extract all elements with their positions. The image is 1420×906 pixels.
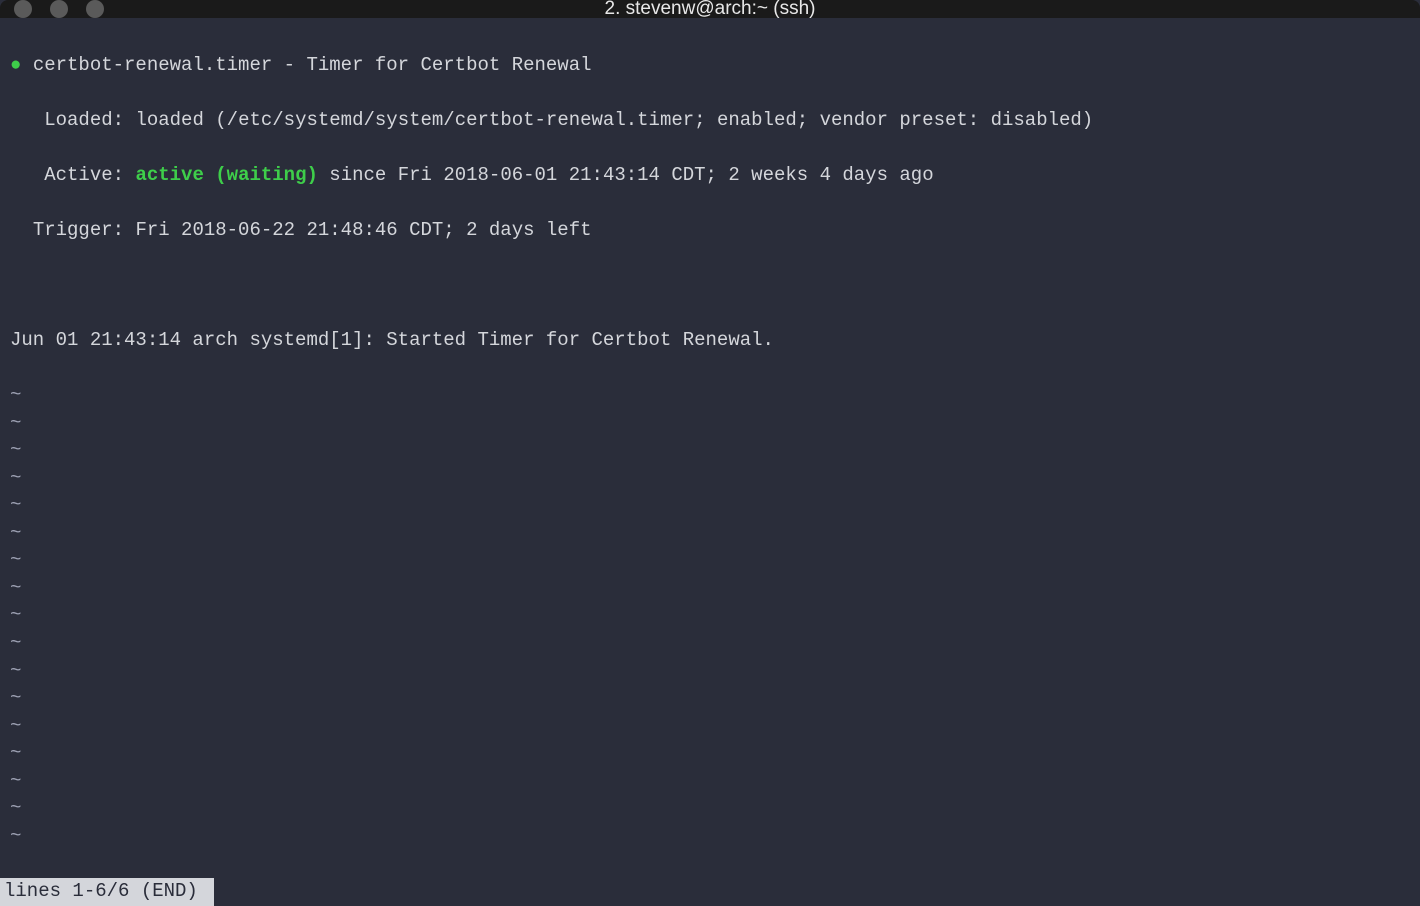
pager-tilde: ~ (10, 713, 1410, 741)
pager-tilde: ~ (10, 575, 1410, 603)
loaded-label: Loaded: (44, 109, 124, 131)
titlebar: 2. stevenw@arch:~ (ssh) (0, 0, 1420, 18)
pager-tilde: ~ (10, 492, 1410, 520)
active-status: active (waiting) (135, 164, 317, 186)
loaded-value: loaded (/etc/systemd/system/certbot-rene… (135, 109, 1093, 131)
pager-tilde: ~ (10, 520, 1410, 548)
pager-tilde: ~ (10, 795, 1410, 823)
window-title: 2. stevenw@arch:~ (ssh) (0, 0, 1420, 20)
pager-tilde: ~ (10, 768, 1410, 796)
pager-tilde: ~ (10, 630, 1410, 658)
active-label: Active: (44, 164, 124, 186)
trigger-label: Trigger: (33, 219, 124, 241)
pager-tilde: ~ (10, 658, 1410, 686)
pager-status-bar: lines 1-6/6 (END) (0, 878, 214, 906)
pager-tilde: ~ (10, 547, 1410, 575)
unit-name: certbot-renewal.timer - Timer for Certbo… (33, 54, 592, 76)
traffic-lights (14, 0, 104, 18)
pager-tilde: ~ (10, 465, 1410, 493)
pager-tilde: ~ (10, 382, 1410, 410)
trigger-value: Fri 2018-06-22 21:48:46 CDT; 2 days left (135, 219, 591, 241)
cursor-icon (198, 878, 210, 902)
pager-tilde: ~ (10, 685, 1410, 713)
pager-empty-lines: ~~~~~~~~~~~~~~~~~ (10, 382, 1410, 850)
minimize-window-button[interactable] (50, 0, 68, 18)
log-line: Jun 01 21:43:14 arch systemd[1]: Started… (10, 329, 774, 351)
status-dot-icon: ● (10, 54, 21, 76)
maximize-window-button[interactable] (86, 0, 104, 18)
pager-tilde: ~ (10, 437, 1410, 465)
active-since: since Fri 2018-06-01 21:43:14 CDT; 2 wee… (329, 164, 933, 186)
pager-tilde: ~ (10, 602, 1410, 630)
pager-tilde: ~ (10, 823, 1410, 851)
pager-tilde: ~ (10, 410, 1410, 438)
close-window-button[interactable] (14, 0, 32, 18)
terminal-output[interactable]: ● certbot-renewal.timer - Timer for Cert… (0, 18, 1420, 906)
